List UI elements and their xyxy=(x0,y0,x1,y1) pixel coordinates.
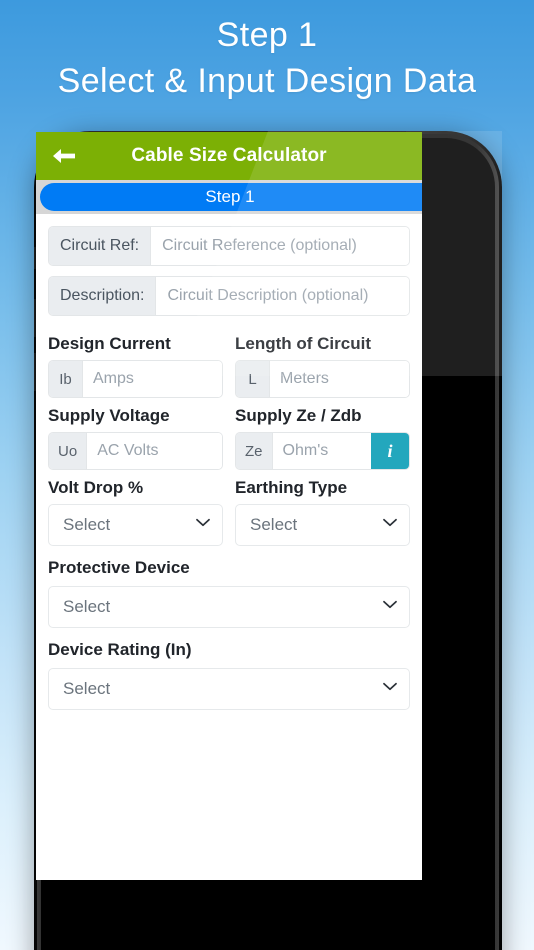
device-rating-field: Device Rating (In) Select xyxy=(48,640,410,710)
device-rating-select[interactable]: Select xyxy=(48,668,410,710)
voltage-ze-group: Supply Voltage Uo Supply Ze / Zdb Ze i xyxy=(48,398,410,470)
description-input[interactable] xyxy=(156,277,409,315)
supply-voltage-unit: Uo xyxy=(49,433,88,469)
description-row: Description: xyxy=(48,276,410,316)
earthing-type-field: Earthing Type Select xyxy=(235,470,410,546)
length-of-circuit-row: L xyxy=(235,360,410,398)
volt-drop-selected-value: Select xyxy=(63,515,111,534)
description-label: Description: xyxy=(49,277,157,315)
promo-heading: Step 1 Select & Input Design Data xyxy=(0,0,534,104)
current-length-group: Design Current Ib Length of Circuit L xyxy=(48,326,410,398)
volt-drop-field: Volt Drop % Select xyxy=(48,470,223,546)
length-of-circuit-unit: L xyxy=(236,361,270,397)
design-current-row: Ib xyxy=(48,360,223,398)
length-of-circuit-input[interactable] xyxy=(270,361,409,397)
protective-device-selected-value: Select xyxy=(63,597,111,616)
supply-voltage-label: Supply Voltage xyxy=(48,406,170,425)
protective-device-label: Protective Device xyxy=(48,558,190,577)
circuit-ref-label: Circuit Ref: xyxy=(49,227,152,265)
volt-drop-label: Volt Drop % xyxy=(48,478,144,497)
chevron-down-icon xyxy=(383,514,397,532)
design-current-unit: Ib xyxy=(49,361,83,397)
promo-line-2: Select & Input Design Data xyxy=(57,62,477,100)
step-bar-container: Step 1 xyxy=(36,180,422,214)
chevron-down-icon xyxy=(383,678,397,696)
chevron-down-icon xyxy=(383,596,397,614)
earthing-type-selected-value: Select xyxy=(250,515,298,534)
supply-ze-input[interactable] xyxy=(272,433,371,469)
supply-voltage-input[interactable] xyxy=(87,433,222,469)
circuit-ref-input[interactable] xyxy=(151,227,409,265)
supply-voltage-row: Uo xyxy=(48,432,223,470)
sim-tray xyxy=(499,303,502,365)
protective-device-select[interactable]: Select xyxy=(48,586,410,628)
design-data-form: Circuit Ref: Description: Design Current… xyxy=(36,214,422,710)
back-arrow-icon[interactable] xyxy=(52,147,76,165)
earthing-type-label: Earthing Type xyxy=(235,478,348,497)
promo-line-1: Step 1 xyxy=(216,16,318,54)
voltdrop-earthing-group: Volt Drop % Select Earthing Type Select xyxy=(48,470,410,546)
design-current-label: Design Current xyxy=(48,334,171,353)
protective-device-field: Protective Device Select xyxy=(48,558,410,628)
design-current-input[interactable] xyxy=(83,361,222,397)
app-bar: Cable Size Calculator xyxy=(36,132,422,180)
page-title: Cable Size Calculator xyxy=(131,145,327,166)
supply-voltage-field: Supply Voltage Uo xyxy=(48,398,223,470)
supply-ze-row: Ze i xyxy=(235,432,410,470)
length-of-circuit-field: Length of Circuit L xyxy=(235,326,410,398)
length-of-circuit-label: Length of Circuit xyxy=(235,334,371,353)
supply-ze-unit: Ze xyxy=(236,433,273,469)
app-screen: Cable Size Calculator Step 1 Circuit Ref… xyxy=(36,132,422,880)
step-indicator-label: Step 1 xyxy=(205,187,255,206)
supply-ze-field: Supply Ze / Zdb Ze i xyxy=(235,398,410,470)
design-current-field: Design Current Ib xyxy=(48,326,223,398)
supply-ze-label: Supply Ze / Zdb xyxy=(235,406,362,425)
circuit-ref-row: Circuit Ref: xyxy=(48,226,410,266)
volt-drop-select[interactable]: Select xyxy=(48,504,223,546)
earthing-type-select[interactable]: Select xyxy=(235,504,410,546)
step-indicator-button[interactable]: Step 1 xyxy=(40,183,422,211)
info-icon[interactable]: i xyxy=(371,433,409,469)
device-rating-selected-value: Select xyxy=(63,679,111,698)
device-rating-label: Device Rating (In) xyxy=(48,640,192,659)
chevron-down-icon xyxy=(196,514,210,532)
